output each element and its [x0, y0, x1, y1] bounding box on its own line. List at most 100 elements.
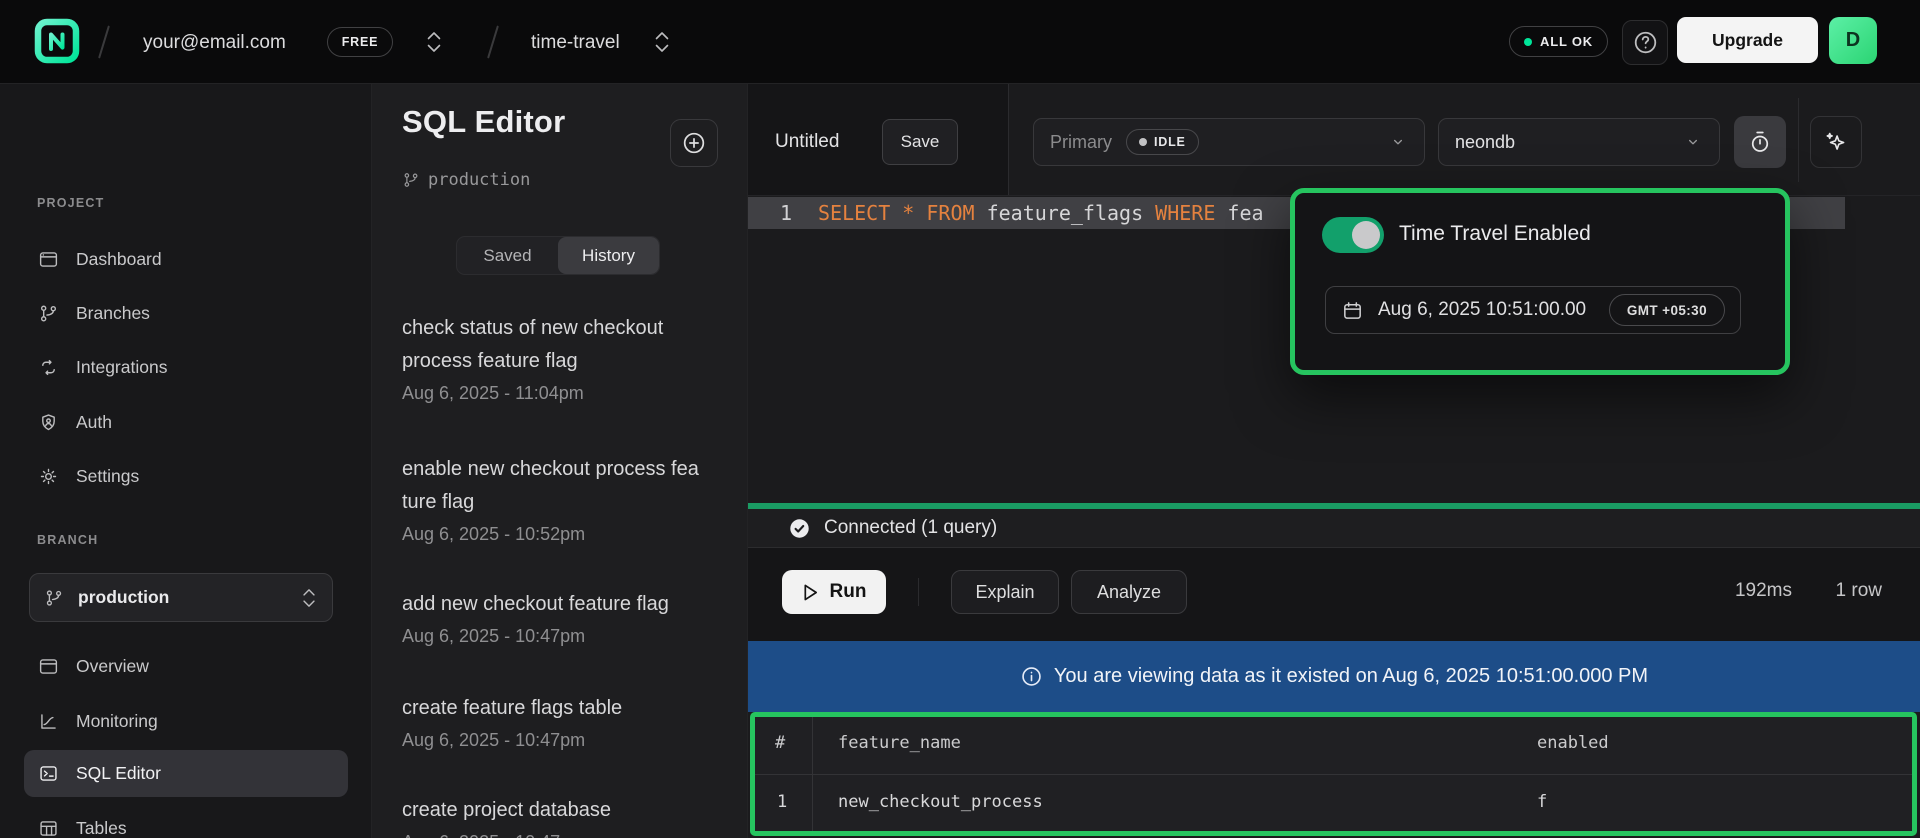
history-item-title: add new checkout feature flag [402, 588, 712, 621]
history-item[interactable]: create feature flags table Aug 6, 2025 -… [402, 692, 712, 751]
status-pill-label: ALL OK [1540, 34, 1593, 49]
new-query-button[interactable] [670, 119, 718, 167]
analyze-button[interactable]: Analyze [1071, 570, 1187, 614]
explain-label: Explain [975, 582, 1034, 603]
branch-selector-chevrons-icon [300, 586, 318, 610]
compute-state-badge: IDLE [1126, 129, 1199, 155]
column-header-num: # [775, 733, 785, 753]
compute-selector[interactable]: Primary IDLE [1033, 118, 1425, 166]
breadcrumb-slash-icon [98, 25, 110, 58]
column-header-feature-name: feature_name [838, 733, 961, 753]
status-pill[interactable]: ALL OK [1509, 26, 1608, 57]
auth-icon [38, 412, 59, 433]
tables-icon [38, 818, 59, 838]
dashboard-icon [38, 249, 59, 270]
connection-status-bar: Connected (1 query) [748, 509, 1920, 548]
status-ok-dot-icon [1524, 38, 1532, 46]
top-bar: your@email.com FREE time-travel ALL OK U… [0, 0, 1920, 84]
history-item-title: create feature flags table [402, 692, 712, 725]
sidebar-item-integrations[interactable]: Integrations [24, 344, 348, 391]
plan-badge: FREE [327, 27, 393, 57]
panel-branch-label: production [428, 170, 530, 190]
history-item[interactable]: enable new checkout process feature flag… [402, 453, 712, 545]
chevron-down-icon [1388, 132, 1408, 152]
sidebar-item-auth[interactable]: Auth [24, 399, 348, 446]
toolbar-divider [1008, 84, 1009, 195]
sql-identifier: feature_flags [975, 201, 1156, 225]
explain-button[interactable]: Explain [951, 570, 1059, 614]
database-selector[interactable]: neondb [1438, 118, 1720, 166]
sql-keyword: FROM [926, 201, 974, 225]
table-row-divider [755, 774, 1912, 775]
account-selector-chevrons-icon[interactable] [424, 29, 444, 55]
overview-icon [38, 656, 59, 677]
run-button[interactable]: Run [782, 570, 886, 614]
sidebar-item-branches[interactable]: Branches [24, 290, 348, 337]
time-travel-datetime-field[interactable]: Aug 6, 2025 10:51:00.00 GMT +05:30 [1325, 286, 1741, 334]
sidebar: PROJECT Dashboard Branches Integrations … [0, 84, 372, 838]
history-item[interactable]: create project database Aug 6, 2025 - 10… [402, 794, 712, 838]
sidebar-item-label: Auth [76, 412, 112, 433]
sidebar-item-label: Branches [76, 303, 150, 324]
database-name: neondb [1455, 132, 1515, 153]
main-area: Untitled Save Primary IDLE neondb [748, 84, 1920, 838]
history-item-timestamp: Aug 6, 2025 - 10:52pm [402, 524, 712, 545]
time-travel-button[interactable] [1734, 116, 1786, 168]
check-circle-icon [788, 517, 811, 540]
plus-circle-icon [681, 130, 707, 156]
settings-icon [38, 466, 59, 487]
connection-status-text: Connected (1 query) [824, 517, 997, 539]
sidebar-item-label: Tables [76, 818, 127, 838]
line-number: 1 [780, 201, 792, 225]
neon-logo-icon[interactable] [33, 17, 81, 65]
info-icon [1020, 665, 1043, 688]
sidebar-item-overview[interactable]: Overview [24, 643, 348, 690]
sidebar-item-tables[interactable]: Tables [24, 805, 348, 838]
actions-divider [918, 578, 919, 606]
branch-icon [44, 588, 64, 608]
sql-operator: * [890, 201, 926, 225]
help-button[interactable] [1622, 20, 1668, 65]
sidebar-item-sql-editor[interactable]: SQL Editor [24, 750, 348, 797]
time-travel-popup: Time Travel Enabled Aug 6, 2025 10:51:00… [1290, 188, 1790, 375]
time-travel-toggle[interactable] [1322, 217, 1384, 253]
saved-history-tabs: Saved History [456, 236, 660, 275]
sidebar-item-dashboard[interactable]: Dashboard [24, 236, 348, 283]
tab-saved[interactable]: Saved [457, 237, 558, 274]
save-button[interactable]: Save [882, 119, 958, 165]
project-section-label: PROJECT [37, 196, 104, 210]
sidebar-item-label: Integrations [76, 357, 167, 378]
ai-assist-button[interactable] [1810, 116, 1862, 168]
time-travel-timezone-badge: GMT +05:30 [1609, 294, 1725, 326]
branch-icon [402, 171, 420, 189]
avatar-initial: D [1846, 29, 1860, 52]
play-icon [802, 583, 819, 602]
history-item-timestamp: Aug 6, 2025 - 10:47pm [402, 832, 712, 838]
avatar[interactable]: D [1829, 17, 1877, 64]
history-item-title: create project database [402, 794, 712, 827]
monitoring-icon [38, 711, 59, 732]
upgrade-button[interactable]: Upgrade [1677, 17, 1818, 63]
sql-keyword: SELECT [818, 201, 890, 225]
history-item[interactable]: add new checkout feature flag Aug 6, 202… [402, 588, 712, 647]
column-header-enabled: enabled [1537, 733, 1609, 753]
breadcrumb-account[interactable]: your@email.com [143, 33, 286, 52]
history-item-timestamp: Aug 6, 2025 - 10:47pm [402, 730, 712, 751]
breadcrumb-project[interactable]: time-travel [531, 33, 620, 52]
sql-code-line: SELECT * FROM feature_flags WHERE fea [818, 201, 1264, 225]
sidebar-item-settings[interactable]: Settings [24, 453, 348, 500]
integrations-icon [38, 357, 59, 378]
time-travel-datetime-value: Aug 6, 2025 10:51:00.00 [1378, 299, 1586, 321]
project-selector-chevrons-icon[interactable] [652, 29, 672, 55]
branches-icon [38, 303, 59, 324]
history-item[interactable]: check status of new checkout process fea… [402, 312, 712, 404]
branch-selector[interactable]: production [29, 573, 333, 622]
tab-history[interactable]: History [558, 237, 659, 274]
sidebar-item-monitoring[interactable]: Monitoring [24, 698, 348, 745]
query-tab-title[interactable]: Untitled [775, 131, 839, 153]
compute-name: Primary [1050, 132, 1112, 153]
sql-editor-panel: SQL Editor production Saved History chec… [372, 84, 748, 838]
panel-title: SQL Editor [402, 104, 565, 140]
cell-feature-name: new_checkout_process [838, 792, 1043, 812]
toolbar-divider [1798, 98, 1799, 182]
